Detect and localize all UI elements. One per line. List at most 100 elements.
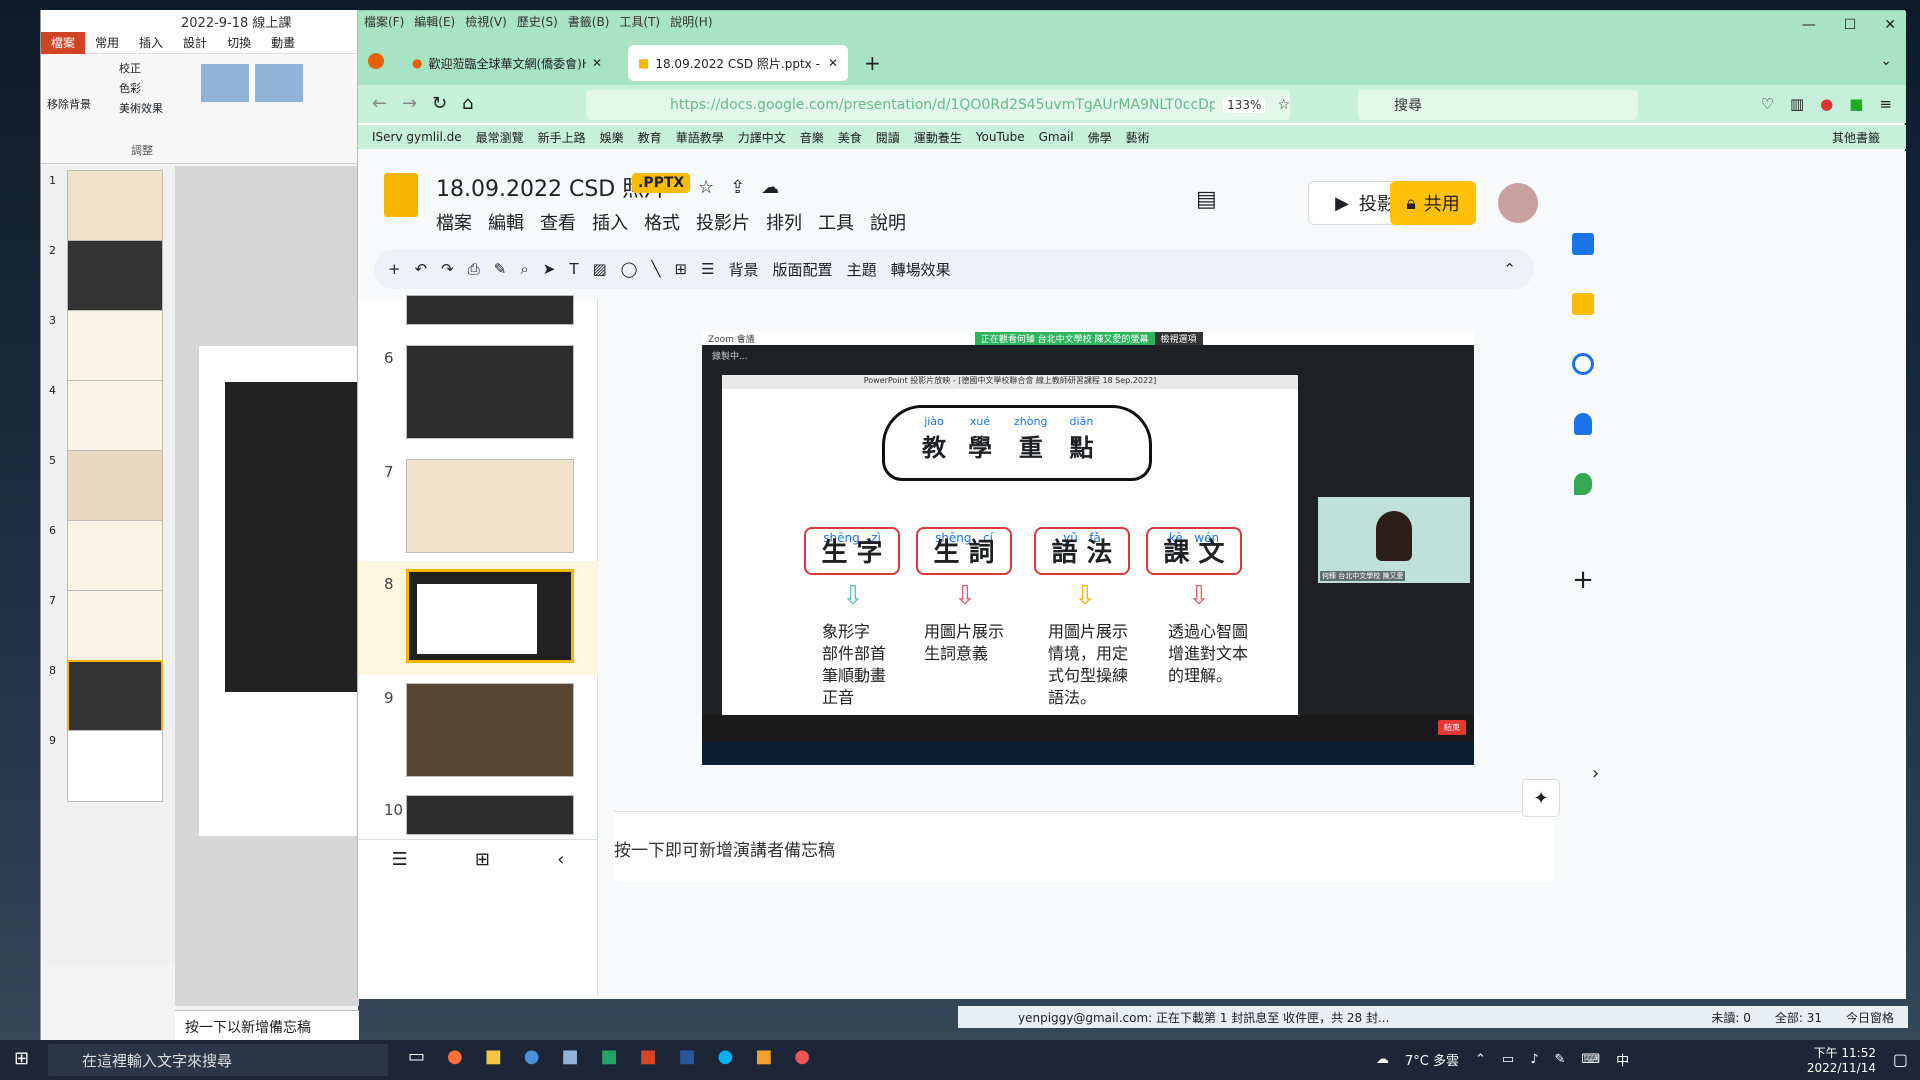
slides-menu-file[interactable]: 檔案 xyxy=(436,209,472,235)
new-slide-icon[interactable]: + xyxy=(388,260,401,278)
corrections-button[interactable]: 校正 xyxy=(119,60,141,76)
excel-task-icon[interactable]: ■ xyxy=(600,1046,617,1067)
main-slide[interactable]: Zoom 會議 正在觀看何臻 台北中文學校 陳又愛的螢幕 檢視選項 錄製中...… xyxy=(702,331,1474,765)
textbox-icon[interactable]: T xyxy=(569,260,578,278)
maps-icon[interactable] xyxy=(1574,473,1592,495)
comment-icon[interactable]: ⊞ xyxy=(675,260,688,278)
bookmark-folder[interactable]: 力譯中文 xyxy=(738,129,786,146)
outlook-task-icon[interactable]: ■ xyxy=(755,1046,772,1067)
clock[interactable]: 下午 11:52 2022/11/14 xyxy=(1807,1044,1876,1075)
menu-bookmarks[interactable]: 書籤(B) xyxy=(568,13,610,30)
ppt-notes[interactable]: 按一下以新增備忘稿 xyxy=(175,1010,359,1040)
end-meeting-button[interactable]: 結束 xyxy=(1438,720,1466,735)
new-tab-icon[interactable]: + xyxy=(864,51,881,75)
ppt-tab-file[interactable]: 檔案 xyxy=(41,31,86,54)
ppt-tab-design[interactable]: 設計 xyxy=(173,32,217,54)
tab-close-icon[interactable]: ✕ xyxy=(828,56,838,70)
contacts-icon[interactable] xyxy=(1574,413,1592,435)
thunderbird-task-icon[interactable]: ● xyxy=(524,1046,540,1067)
home-icon[interactable]: ⌂ xyxy=(462,93,473,114)
add-addon-icon[interactable]: + xyxy=(1560,565,1606,595)
filmstrip-thumb[interactable] xyxy=(406,295,574,325)
bookmark-folder[interactable]: 閱讀 xyxy=(876,129,900,146)
comments-icon[interactable]: ▤ xyxy=(1196,187,1217,212)
reload-icon[interactable]: ↻ xyxy=(432,93,447,114)
picture-style-2[interactable] xyxy=(255,64,303,102)
print-icon[interactable]: ⎙ xyxy=(468,260,480,278)
bookmark-getting-started[interactable]: 新手上路 xyxy=(538,129,586,146)
line-icon[interactable]: ╲ xyxy=(651,260,660,278)
ime-indicator[interactable]: 中 xyxy=(1616,1050,1629,1069)
paint-format-icon[interactable]: ✎ xyxy=(494,260,507,278)
menu-tools[interactable]: 工具(T) xyxy=(619,13,660,30)
grid-view-icon[interactable]: ⊞ xyxy=(475,849,490,870)
app-task-icon[interactable]: ● xyxy=(794,1046,810,1067)
filmstrip-thumb-10[interactable] xyxy=(406,795,574,835)
library-icon[interactable]: ▥ xyxy=(1790,95,1804,113)
task-view-icon[interactable]: ▭ xyxy=(408,1046,425,1067)
bookmark-folder[interactable]: 美食 xyxy=(838,129,862,146)
ppt-tab-home[interactable]: 常用 xyxy=(85,32,129,54)
maximize-icon[interactable]: ☐ xyxy=(1844,17,1857,33)
keep-icon[interactable] xyxy=(1572,293,1594,315)
bookmark-youtube[interactable]: YouTube xyxy=(976,130,1025,144)
ppt-thumb-8[interactable] xyxy=(67,660,163,732)
weather-text[interactable]: 7°C 多雲 xyxy=(1405,1050,1459,1069)
minimize-icon[interactable]: — xyxy=(1802,17,1816,33)
menu-history[interactable]: 歷史(S) xyxy=(517,13,558,30)
url-bar[interactable]: https://docs.google.com/presentation/d/1… xyxy=(586,90,1290,120)
ppt-thumb-5[interactable] xyxy=(67,450,163,522)
bookmark-iserv[interactable]: IServ gymlil.de xyxy=(372,130,462,144)
ppt-tab-animations[interactable]: 動畫 xyxy=(261,32,305,54)
start-icon[interactable]: ⊞ xyxy=(14,1048,29,1069)
color-button[interactable]: 色彩 xyxy=(119,80,141,96)
bookmark-folder[interactable]: 藝術 xyxy=(1126,129,1150,146)
slides-logo-icon[interactable] xyxy=(384,173,418,217)
redo-icon[interactable]: ↷ xyxy=(441,260,454,278)
today-pane-toggle[interactable]: 今日窗格 xyxy=(1846,1009,1894,1026)
tab-close-icon[interactable]: ✕ xyxy=(592,56,602,70)
notes-placeholder[interactable]: 按一下即可新增演講者備忘稿 xyxy=(614,841,835,861)
ppt-slide-image[interactable] xyxy=(225,382,359,692)
forward-icon[interactable]: → xyxy=(402,93,417,114)
shape-icon[interactable]: ◯ xyxy=(621,260,638,278)
zoom-badge[interactable]: 133% xyxy=(1223,97,1266,113)
picture-style-1[interactable] xyxy=(201,64,249,102)
menu-help[interactable]: 說明(H) xyxy=(670,13,712,30)
collapse-icon[interactable]: ⌃ xyxy=(1503,260,1516,278)
background-button[interactable]: 背景 xyxy=(729,259,759,280)
weather-icon[interactable]: ☁ xyxy=(1376,1052,1389,1067)
ppt-thumb-6[interactable] xyxy=(67,520,163,592)
star-icon[interactable]: ☆ xyxy=(698,177,714,198)
url-text[interactable]: https://docs.google.com/presentation/d/1… xyxy=(670,97,1215,113)
share-button[interactable]: 🔒︎ 共用 xyxy=(1390,181,1476,225)
cloud-status-icon[interactable]: ☁ xyxy=(761,177,779,198)
slides-menu-arrange[interactable]: 排列 xyxy=(766,209,802,235)
volume-icon[interactable]: ♪ xyxy=(1530,1052,1538,1067)
list-tabs-icon[interactable]: ⌄ xyxy=(1880,53,1892,69)
back-icon[interactable]: ← xyxy=(372,93,387,114)
bookmark-folder[interactable]: 娛樂 xyxy=(600,129,624,146)
word-task-icon[interactable]: ■ xyxy=(679,1046,696,1067)
bookmark-folder[interactable]: 音樂 xyxy=(800,129,824,146)
collapse-panel-icon[interactable]: ‹ xyxy=(557,849,564,870)
network-icon[interactable]: ▭ xyxy=(1502,1052,1514,1067)
bookmark-star-icon[interactable]: ☆ xyxy=(1277,97,1290,113)
ppt-thumb-1[interactable] xyxy=(67,170,163,242)
bookmark-folder[interactable]: 教育 xyxy=(638,129,662,146)
layout-button[interactable]: 版面配置 xyxy=(773,259,833,280)
extension-icon[interactable]: ■ xyxy=(1849,95,1863,113)
list-view-icon[interactable]: ☰ xyxy=(392,849,408,870)
tasks-icon[interactable] xyxy=(1572,353,1594,375)
undo-icon[interactable]: ↶ xyxy=(415,260,428,278)
menu-view[interactable]: 檢視(V) xyxy=(465,13,507,30)
bookmark-folder[interactable]: 佛學 xyxy=(1088,129,1112,146)
other-bookmarks[interactable]: 其他書籤 xyxy=(1832,129,1880,146)
tab-huayu[interactable]: ● 歡迎蒞臨全球華文網(僑委會)Hu ✕ xyxy=(402,45,612,81)
slides-menu-format[interactable]: 格式 xyxy=(644,209,680,235)
ppt-thumb-4[interactable] xyxy=(67,380,163,452)
calendar-icon[interactable] xyxy=(1572,233,1594,255)
image-icon[interactable]: ▨ xyxy=(592,260,606,278)
skype-task-icon[interactable]: ● xyxy=(718,1046,734,1067)
artistic-effects-button[interactable]: 美術效果 xyxy=(119,100,163,116)
